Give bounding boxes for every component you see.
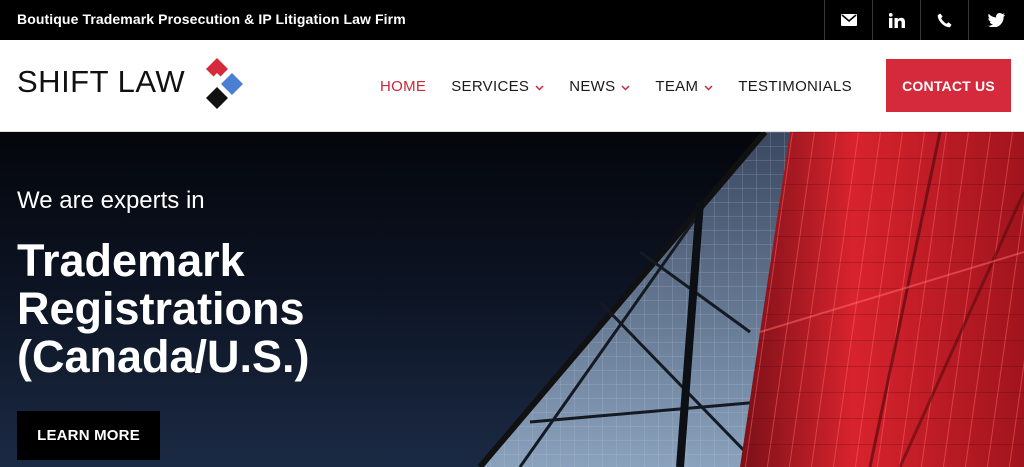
nav-label: NEWS — [569, 77, 616, 95]
linkedin-icon[interactable] — [872, 0, 920, 40]
nav-news[interactable]: NEWS — [569, 78, 630, 95]
nav-home[interactable]: HOME — [380, 78, 426, 95]
nav-testimonials[interactable]: TESTIMONIALS — [738, 78, 852, 95]
twitter-icon[interactable] — [968, 0, 1024, 40]
hero-title-line: Trademark — [17, 235, 245, 286]
social-links — [824, 0, 1024, 40]
main-nav: HOME SERVICES NEWS TEAM TESTIMONIALS — [380, 40, 877, 132]
top-bar: Boutique Trademark Prosecution & IP Liti… — [0, 0, 1024, 40]
nav-label: SERVICES — [451, 77, 530, 95]
hero-subtitle: We are experts in — [17, 187, 205, 214]
logo[interactable]: SHIFT LAW — [17, 58, 185, 100]
nav-services[interactable]: SERVICES — [451, 78, 544, 95]
hero-section: We are experts in Trademark Registration… — [0, 132, 1024, 467]
logo-mark-icon — [206, 58, 243, 109]
mail-icon[interactable] — [824, 0, 872, 40]
phone-icon[interactable] — [920, 0, 968, 40]
tagline: Boutique Trademark Prosecution & IP Liti… — [17, 11, 406, 27]
hero-title: Trademark Registrations (Canada/U.S.) — [17, 237, 437, 381]
site-header: SHIFT LAW HOME SERVICES NEWS TEAM TESTIM… — [0, 40, 1024, 132]
contact-us-button[interactable]: CONTACT US — [886, 59, 1011, 112]
nav-team[interactable]: TEAM — [655, 78, 713, 95]
chevron-down-icon — [535, 78, 544, 95]
nav-label: TEAM — [655, 77, 699, 95]
nav-label: HOME — [380, 77, 427, 95]
chevron-down-icon — [621, 78, 630, 95]
hero-title-line: (Canada/U.S.) — [17, 331, 310, 382]
nav-label: TESTIMONIALS — [738, 77, 852, 95]
hero-title-line: Registrations — [17, 283, 305, 334]
logo-text: SHIFT LAW — [17, 64, 186, 99]
learn-more-button[interactable]: LEARN MORE — [17, 411, 160, 460]
chevron-down-icon — [704, 78, 713, 95]
